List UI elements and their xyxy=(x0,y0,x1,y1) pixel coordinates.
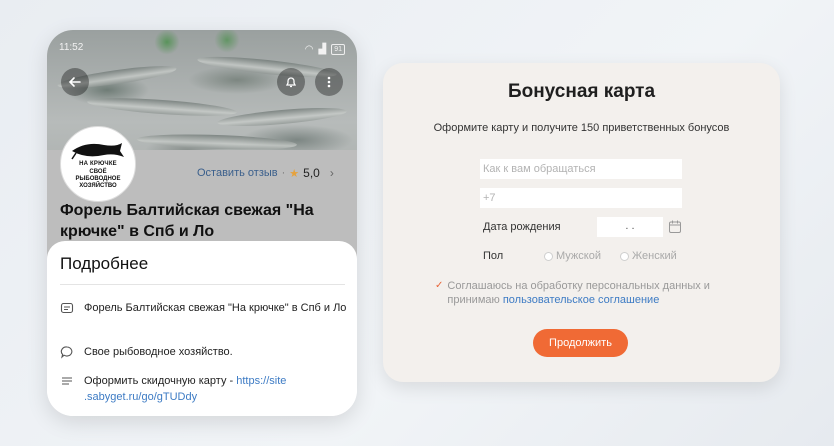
name-input[interactable] xyxy=(480,159,682,179)
detail-row-description: Свое рыбоводное хозяйство. xyxy=(60,344,350,360)
back-button[interactable] xyxy=(61,68,89,96)
discount-text: Оформить скидочную карту - xyxy=(84,375,237,387)
agreement-text: Соглашаюсь на обработку персональных дан… xyxy=(447,279,735,307)
company-logo: НА КРЮЧКЕ СВОЁ РЫБОВОДНОЕ ХОЗЯЙСТВО xyxy=(60,126,136,202)
fish-logo-icon xyxy=(71,142,124,159)
phone-frame: 11:52 ◠ ▟ 91 НА КРЮЧКЕ СВОЁ РЫБОВОДНОЕ Х… xyxy=(47,30,357,416)
divider xyxy=(60,284,345,285)
wifi-icon: ◠ xyxy=(304,43,314,55)
detail-row-name: Форель Балтийская свежая "На крючке" в С… xyxy=(60,300,350,316)
more-button[interactable] xyxy=(315,68,343,96)
more-vertical-icon xyxy=(327,76,331,88)
chevron-right-icon: › xyxy=(329,166,334,180)
battery-icon: 91 xyxy=(331,43,345,55)
detail-text-name: Форель Балтийская свежая "На крючке" в С… xyxy=(84,302,347,314)
gender-male-radio[interactable]: Мужской xyxy=(544,250,601,262)
company-title: Форель Балтийская свежая "На крючке" в С… xyxy=(60,202,314,240)
birth-date-label: Дата рождения xyxy=(483,221,561,233)
birth-date-input[interactable]: . . xyxy=(597,217,663,237)
details-sheet: Подробнее Форель Балтийская свежая "На к… xyxy=(47,241,357,416)
detail-text-description: Свое рыбоводное хозяйство. xyxy=(84,346,233,358)
card-subtitle: Оформите карту и получите 150 приветстве… xyxy=(433,122,730,134)
bonus-card-form: Бонусная карта Оформите карту и получите… xyxy=(383,63,780,382)
rating-value: 5,0 xyxy=(303,166,320,180)
female-label: Женский xyxy=(632,250,677,262)
male-label: Мужской xyxy=(556,250,601,262)
gender-label: Пол xyxy=(483,250,504,262)
radio-circle-icon xyxy=(620,251,629,261)
calendar-icon[interactable] xyxy=(669,220,681,233)
status-bar: 11:52 ◠ ▟ 91 xyxy=(59,42,345,56)
user-agreement-link[interactable]: пользовательское соглашение xyxy=(503,294,660,306)
check-icon: ✓ xyxy=(435,280,444,291)
detail-text-discount: Оформить скидочную карту - https://site … xyxy=(84,373,350,405)
continue-button[interactable]: Продолжить xyxy=(533,329,628,357)
radio-circle-icon xyxy=(544,251,553,261)
star-icon: ★ xyxy=(289,167,300,180)
lines-icon xyxy=(62,377,72,385)
review-row[interactable]: Оставить отзыв · ★ 5,0 › xyxy=(197,166,334,180)
arrow-left-icon xyxy=(68,77,81,87)
status-time: 11:52 xyxy=(59,42,84,53)
logo-line-3: ХОЗЯЙСТВО xyxy=(79,182,117,189)
signal-icon: ▟ xyxy=(318,43,327,55)
comment-icon xyxy=(60,346,73,359)
card-icon xyxy=(60,302,74,314)
card-title: Бонусная карта xyxy=(507,81,656,102)
logo-brand: НА КРЮЧКЕ xyxy=(79,160,117,167)
agreement-checkbox[interactable]: ✓ Соглашаюсь на обработку персональных д… xyxy=(435,279,735,307)
logo-line-1: СВОЁ xyxy=(89,168,107,175)
bell-icon xyxy=(285,77,297,88)
gender-female-radio[interactable]: Женский xyxy=(620,250,677,262)
review-separator: · xyxy=(281,167,286,179)
logo-line-2: РЫБОВОДНОЕ xyxy=(75,175,121,182)
phone-input[interactable] xyxy=(480,188,682,208)
notifications-button[interactable] xyxy=(277,68,305,96)
leave-review-link[interactable]: Оставить отзыв xyxy=(197,167,278,179)
sheet-title: Подробнее xyxy=(60,254,149,273)
detail-row-discount: Оформить скидочную карту - https://site … xyxy=(60,373,350,405)
